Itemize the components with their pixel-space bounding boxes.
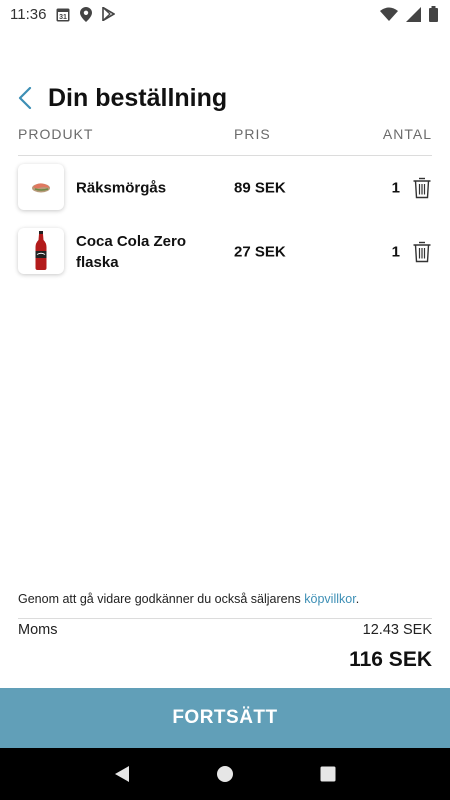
status-bar: 11:36 31 — [0, 0, 450, 28]
trash-icon — [413, 241, 431, 263]
trash-icon — [413, 177, 431, 199]
item-price: 89 SEK — [234, 179, 286, 197]
calendar-icon: 31 — [56, 7, 70, 22]
vat-row: Moms 12.43 SEK — [18, 622, 432, 640]
order-item-2: Coca Cola Zero flaska 27 SEK 1 — [18, 228, 432, 276]
shrimp-sandwich-image — [18, 164, 64, 210]
item-quantity: 1 — [391, 243, 400, 261]
coca-cola-bottle-image — [18, 228, 64, 274]
item-quantity: 1 — [391, 179, 400, 197]
terms-text: Genom att gå vidare godkänner du också s… — [18, 592, 432, 606]
nav-back-button[interactable] — [110, 762, 134, 786]
nav-recents-icon — [320, 766, 336, 782]
delete-item-button[interactable] — [412, 241, 432, 263]
nav-home-button[interactable] — [213, 762, 237, 786]
page-title: Din beställning — [48, 83, 228, 112]
column-header-quantity: ANTAL — [382, 126, 432, 142]
calendar-day: 31 — [60, 14, 68, 21]
divider — [18, 155, 432, 156]
divider — [18, 618, 432, 619]
column-header-product: PRODUKT — [18, 126, 94, 142]
order-total: 116 SEK — [349, 648, 432, 671]
delete-item-button[interactable] — [412, 177, 432, 199]
battery-icon — [429, 6, 438, 22]
order-item-1: Räksmörgås 89 SEK 1 — [18, 164, 432, 212]
location-icon — [80, 6, 93, 22]
chevron-left-icon — [18, 87, 32, 109]
item-name: Räksmörgås — [76, 179, 167, 197]
nav-back-icon — [114, 766, 129, 782]
system-nav-bar — [0, 748, 450, 800]
nav-recents-button[interactable] — [316, 762, 340, 786]
terms-suffix: . — [355, 592, 360, 606]
terms-prefix: Genom att gå vidare godkänner du också s… — [18, 592, 305, 606]
column-header-price: PRIS — [234, 126, 271, 142]
column-headers: PRODUKT PRIS ANTAL — [18, 126, 432, 144]
cell-signal-icon — [406, 6, 421, 22]
vat-label: Moms — [18, 622, 58, 638]
wifi-icon — [380, 7, 398, 21]
continue-button[interactable]: FORTSÄTT — [0, 688, 450, 748]
nav-home-icon — [216, 766, 233, 782]
terms-link[interactable]: köpvillkor — [304, 592, 355, 606]
play-store-icon — [102, 7, 116, 21]
header: Din beställning — [18, 80, 227, 116]
status-time: 11:36 — [10, 5, 47, 23]
back-button[interactable] — [18, 83, 38, 113]
item-price: 27 SEK — [234, 243, 286, 261]
item-name: Coca Cola Zero flaska — [76, 233, 187, 271]
vat-value: 12.43 SEK — [362, 622, 432, 638]
